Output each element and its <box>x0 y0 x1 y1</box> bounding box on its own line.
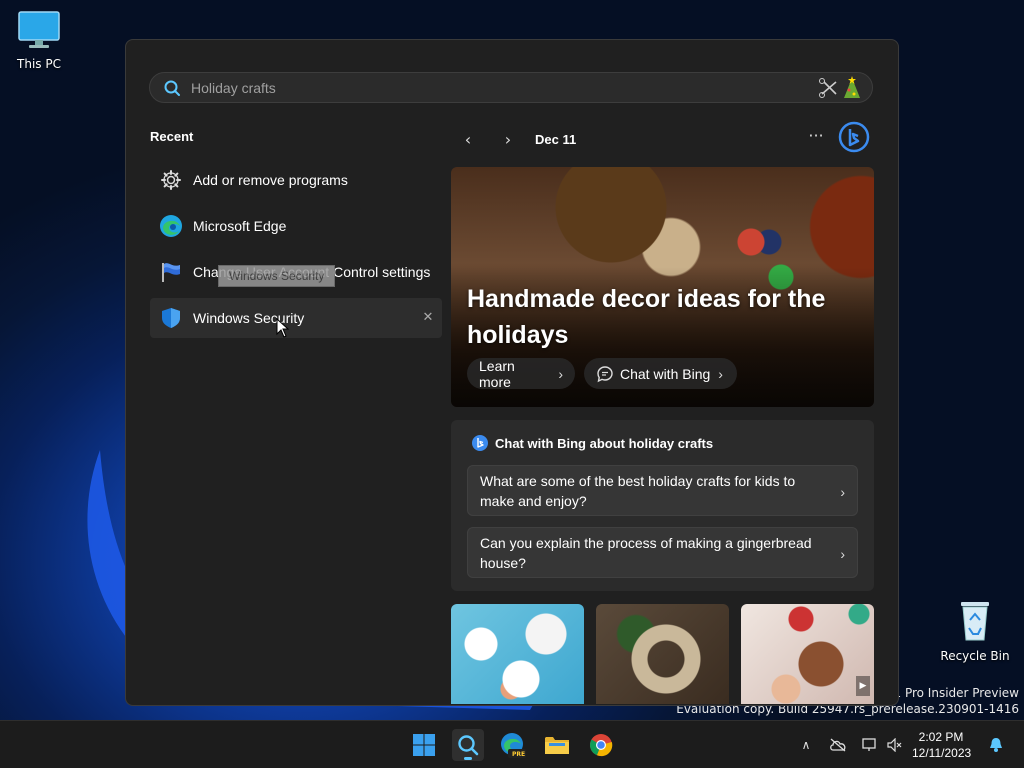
taskbar-file-explorer[interactable] <box>541 729 573 761</box>
recent-heading: Recent <box>150 129 194 144</box>
recycle-bin-label: Recycle Bin <box>940 649 1010 663</box>
search-panel: Recent Add or remove programs Microsoft … <box>125 39 899 706</box>
chat-suggestion-text: Can you explain the process of making a … <box>480 535 812 571</box>
clock-time: 2:02 PM <box>918 730 964 744</box>
recent-list: Add or remove programs Microsoft Edge Ch… <box>150 160 442 344</box>
edge-icon <box>159 214 183 238</box>
recent-item-add-remove-programs[interactable]: Add or remove programs <box>150 160 442 200</box>
search-icon <box>164 80 180 96</box>
start-button[interactable] <box>408 729 440 761</box>
search-highlight-decoration-icon <box>819 75 860 98</box>
desktop-icon-this-pc[interactable]: This PC <box>3 10 75 71</box>
monitor-icon <box>18 11 60 48</box>
search-icon <box>458 735 479 756</box>
recent-item-microsoft-edge[interactable]: Microsoft Edge <box>150 206 442 246</box>
remove-recent-close-icon[interactable]: ✕ <box>420 309 436 325</box>
bing-chat-logo-icon[interactable] <box>838 121 870 153</box>
chat-suggestion-text: What are some of the best holiday crafts… <box>480 473 796 509</box>
thumbnail-wreath[interactable] <box>596 604 729 704</box>
next-chevron-icon[interactable]: › <box>497 128 519 150</box>
bing-icon <box>472 435 488 451</box>
learn-more-button[interactable]: Learn more › <box>467 357 575 390</box>
more-options-icon[interactable]: ··· <box>806 126 826 146</box>
hero-card[interactable]: Handmade decor ideas for the holidays Le… <box>451 167 874 407</box>
folder-icon <box>545 737 569 754</box>
tooltip: Windows Security <box>218 265 336 287</box>
bing-chat-card-title: Chat with Bing about holiday crafts <box>471 434 713 452</box>
recent-item-windows-security[interactable]: Windows Security ✕ <box>150 298 442 338</box>
chat-bubble-icon <box>597 365 613 382</box>
chrome-icon <box>589 734 613 757</box>
chevron-right-icon: › <box>840 546 845 562</box>
taskbar-search-button[interactable] <box>452 729 484 761</box>
show-hidden-icons-chevron-up-icon[interactable]: ∧ <box>796 735 816 755</box>
chevron-right-icon: › <box>718 365 723 382</box>
hero-title: Handmade decor ideas for the holidays <box>467 285 826 349</box>
taskbar-chrome[interactable] <box>585 729 617 761</box>
taskbar: PRE ∧ 2:02 PM 12/11/2023 <box>0 720 1024 768</box>
current-date: Dec 11 <box>535 131 577 147</box>
thumbnail-reindeer-craft[interactable]: ▶ <box>741 604 874 704</box>
system-clock[interactable]: 2:02 PM 12/11/2023 <box>912 729 972 761</box>
taskbar-edge-preview[interactable]: PRE <box>497 729 529 761</box>
thumbnail-row: ▶ <box>451 604 874 704</box>
thumbnail-snowflakes[interactable] <box>451 604 584 704</box>
gear-icon <box>159 168 183 192</box>
chat-suggestion-2[interactable]: Can you explain the process of making a … <box>467 527 858 578</box>
chevron-right-icon: › <box>558 365 563 382</box>
chat-suggestion-1[interactable]: What are some of the best holiday crafts… <box>467 465 858 516</box>
desktop-icon-recycle-bin[interactable]: Recycle Bin <box>939 598 1011 663</box>
chevron-right-icon: › <box>840 484 845 500</box>
volume-muted-icon[interactable] <box>885 735 905 755</box>
previous-chevron-icon[interactable]: ‹ <box>457 128 479 150</box>
search-input[interactable] <box>189 78 816 97</box>
edge-preview-badge: PRE <box>512 751 526 758</box>
recent-item-label: Add or remove programs <box>193 172 348 188</box>
clock-date: 12/11/2023 <box>912 746 972 760</box>
recent-item-label: Microsoft Edge <box>193 218 287 234</box>
mouse-cursor-icon <box>276 318 290 338</box>
bing-chat-card-title-text: Chat with Bing about holiday crafts <box>495 435 714 451</box>
chat-with-bing-label: Chat with Bing <box>620 365 711 382</box>
chat-with-bing-button[interactable]: Chat with Bing › <box>584 358 737 389</box>
windows-logo-icon <box>413 734 435 756</box>
this-pc-label: This PC <box>17 57 61 71</box>
search-box[interactable] <box>149 72 873 103</box>
scroll-right-icon[interactable]: ▶ <box>856 676 870 696</box>
onedrive-offline-icon[interactable] <box>828 735 848 755</box>
recycle-bin-icon <box>961 602 989 641</box>
flag-icon <box>159 260 183 284</box>
notification-bell-icon[interactable] <box>986 735 1006 755</box>
network-icon[interactable] <box>860 735 880 755</box>
shield-icon <box>159 306 183 330</box>
learn-more-label: Learn more <box>479 357 515 390</box>
bing-chat-card: Chat with Bing about holiday crafts What… <box>451 420 874 591</box>
